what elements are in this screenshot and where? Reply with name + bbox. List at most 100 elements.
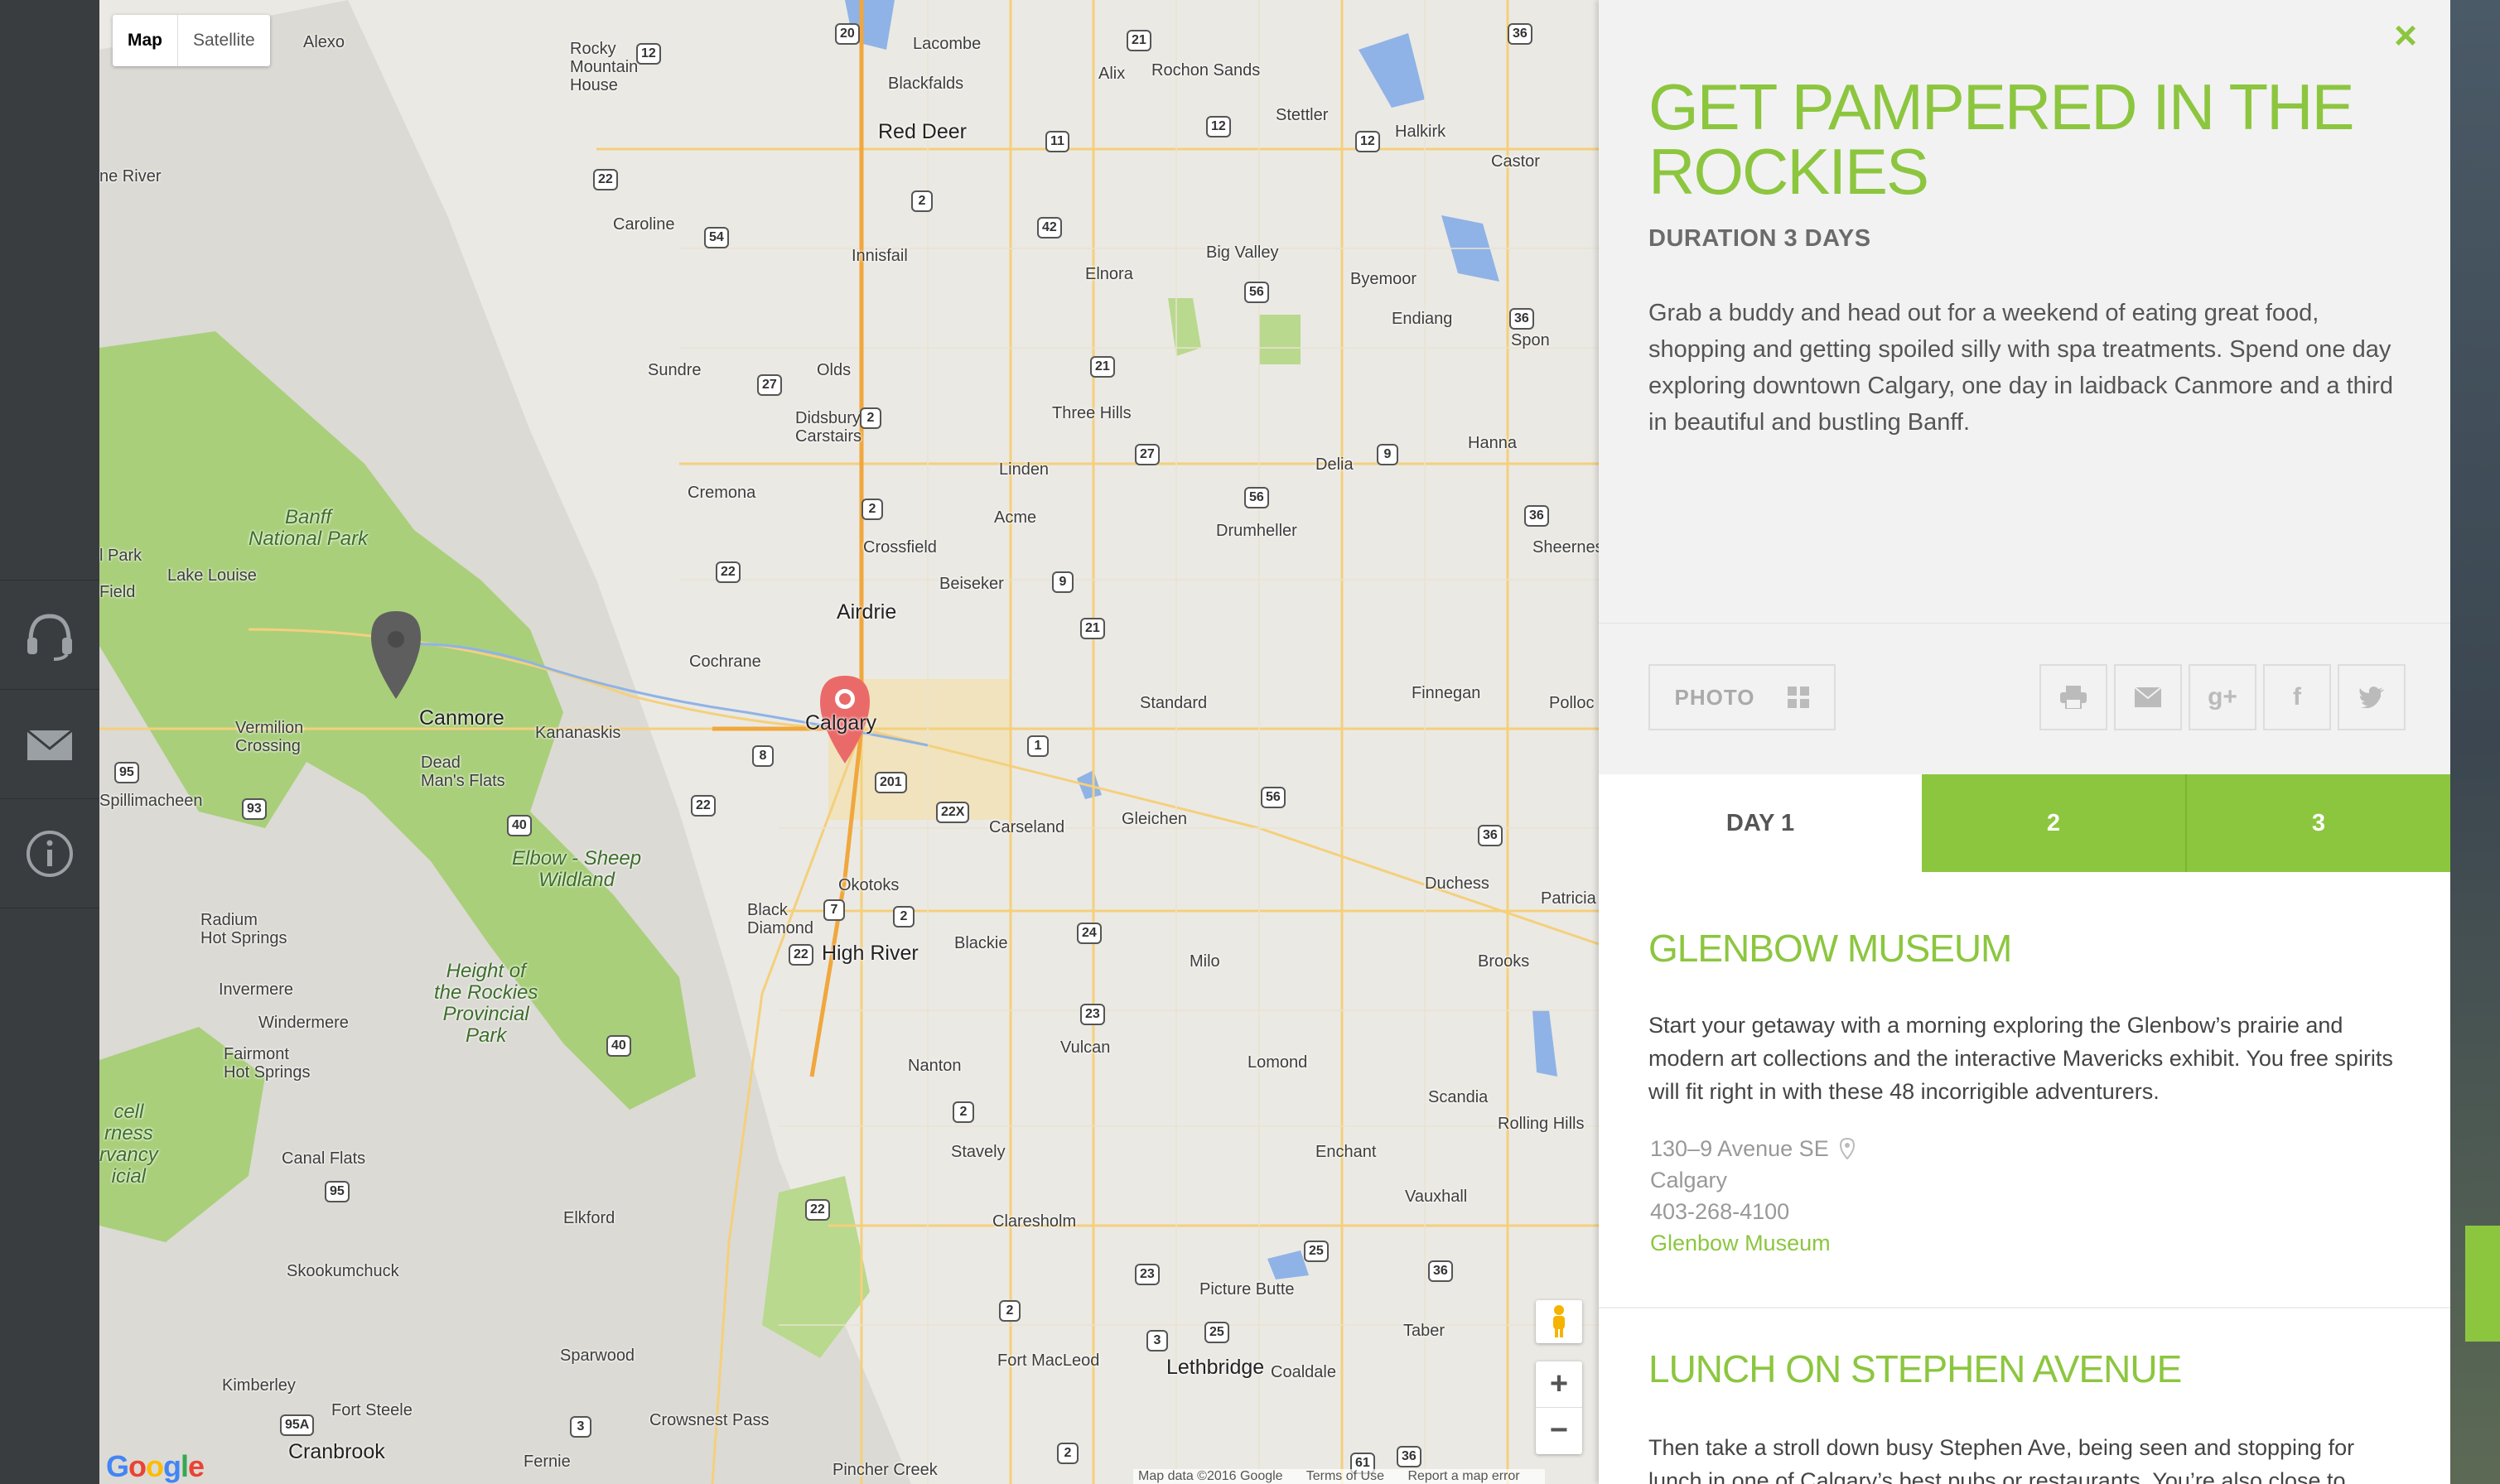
map-place-label: Elnora — [1085, 265, 1133, 283]
edge-accent — [2465, 1226, 2500, 1342]
divider — [1599, 623, 2450, 624]
map-view[interactable]: Alexo Rocky Mountain House Lacombe Blackfalds… — [99, 0, 1599, 1484]
email-icon — [2135, 687, 2161, 707]
map-place-label: Kananaskis — [535, 724, 621, 742]
map-place-label: Rolling Hills — [1498, 1115, 1585, 1133]
map-place-label: Elbow - Sheep Wildland — [512, 847, 642, 891]
highway-shield: 22X — [936, 802, 970, 823]
map-place-label: Standard — [1140, 694, 1208, 712]
map-place-label: Beiseker — [939, 575, 1004, 593]
map-place-label: Olds — [817, 361, 852, 379]
map-place-label: Lomond — [1248, 1053, 1308, 1072]
map-place-label: Cremona — [688, 484, 756, 502]
map-place-label: Caroline — [613, 215, 675, 234]
map-place-label: Lacombe — [913, 35, 982, 53]
map-place-label: Stettler — [1276, 106, 1329, 124]
pegman-button[interactable] — [1536, 1300, 1582, 1343]
map-data-text: Map data ©2016 Google — [1138, 1469, 1283, 1483]
map-place-label: Stavely — [951, 1143, 1006, 1161]
map-place-label: ne River — [99, 167, 162, 186]
map-place-label: Cranbrook — [288, 1440, 385, 1463]
map-place-label: Blackfalds — [888, 75, 964, 93]
tab-day-2[interactable]: 2 — [1922, 774, 2187, 872]
highway-shield: 21 — [1080, 618, 1105, 639]
map-place-label: Endiang — [1392, 310, 1453, 328]
highway-shield: 12 — [1206, 116, 1231, 137]
street-address: 130–9 Avenue SE — [1650, 1136, 1829, 1161]
map-place-label: Skookumchuck — [287, 1262, 399, 1280]
map-place-label: Spon — [1511, 331, 1550, 349]
map-place-label: Sheerness — [1532, 538, 1599, 556]
highway-shield: 36 — [1397, 1446, 1421, 1467]
map-pin-icon[interactable] — [1840, 1137, 1856, 1160]
map-place-label: Carseland — [989, 818, 1065, 836]
map-place-label: Lake Louise — [167, 566, 257, 585]
highway-shield: 54 — [704, 227, 729, 248]
highway-shield: 56 — [1244, 282, 1269, 303]
highway-shield: 2 — [911, 190, 933, 212]
tab-day-3[interactable]: 3 — [2187, 774, 2450, 872]
map-type-satellite-button[interactable]: Satellite — [178, 15, 270, 66]
map-place-label: Didsbury Carstairs — [795, 409, 862, 446]
twitter-button[interactable] — [2338, 664, 2406, 730]
highway-shield: 36 — [1509, 308, 1534, 330]
highway-shield: 11 — [1045, 131, 1069, 152]
map-place-label: Pincher Creek — [833, 1461, 938, 1479]
map-place-label: Blackie — [954, 934, 1008, 952]
highway-shield: 22 — [691, 795, 716, 817]
highway-shield: 2 — [860, 407, 881, 429]
facebook-button[interactable]: f — [2263, 664, 2331, 730]
stop-address: 130–9 Avenue SE Calgary 403-268-4100 Gle… — [1650, 1133, 1856, 1259]
map-place-label: Three Hills — [1052, 404, 1132, 422]
map-place-label: Rochon Sands — [1151, 61, 1261, 80]
photo-button[interactable]: PHOTO — [1648, 664, 1836, 730]
report-error-link[interactable]: Report a map error — [1407, 1469, 1519, 1483]
divider — [1599, 1307, 2450, 1308]
google-logo: Google — [106, 1449, 205, 1483]
map-place-label: Crossfield — [863, 538, 937, 556]
map-place-label: Kimberley — [222, 1376, 296, 1395]
map-place-label: Scandia — [1428, 1088, 1489, 1106]
twitter-icon — [2358, 687, 2384, 708]
map-place-label: Byemoor — [1350, 270, 1417, 288]
map-place-label: Sparwood — [560, 1347, 635, 1365]
highway-shield: 24 — [1077, 923, 1102, 944]
info-button[interactable] — [0, 798, 99, 908]
website-link[interactable]: Glenbow Museum — [1650, 1227, 1855, 1259]
print-button[interactable] — [2039, 664, 2107, 730]
map-type-map-button[interactable]: Map — [113, 15, 178, 66]
map-place-label: Alexo — [303, 33, 345, 51]
map-place-label: Banff National Park — [249, 506, 369, 550]
map-place-label: Spillimacheen — [99, 792, 203, 810]
highway-shield: 95 — [325, 1181, 350, 1202]
highway-shield: 95A — [280, 1414, 315, 1436]
address-city: Calgary — [1650, 1168, 1728, 1192]
contact-button[interactable] — [0, 689, 99, 798]
highway-shield: 3 — [570, 1416, 591, 1438]
highway-shield: 8 — [752, 745, 774, 767]
map-place-label: Milo — [1190, 952, 1220, 971]
zoom-out-button[interactable]: − — [1536, 1408, 1582, 1453]
close-icon[interactable]: × — [2394, 17, 2417, 56]
highway-shield: 3 — [1146, 1330, 1168, 1352]
terms-link[interactable]: Terms of Use — [1306, 1469, 1384, 1483]
email-share-button[interactable] — [2114, 664, 2182, 730]
map-place-label: Fort MacLeod — [997, 1352, 1100, 1370]
zoom-in-button[interactable]: + — [1536, 1361, 1582, 1408]
support-button[interactable] — [0, 580, 99, 689]
map-place-label: Big Valley — [1206, 243, 1279, 262]
info-icon — [27, 830, 73, 877]
trip-description: Grab a buddy and head out for a weekend … — [1648, 300, 2393, 436]
google-plus-button[interactable]: g+ — [2189, 664, 2256, 730]
grid-icon — [1788, 687, 1810, 708]
highway-shield: 7 — [823, 899, 845, 921]
highway-shield: 9 — [1377, 444, 1398, 465]
map-place-label: Radium Hot Springs — [200, 911, 287, 947]
highway-shield: 36 — [1524, 505, 1549, 527]
tab-day-1[interactable]: DAY 1 — [1599, 774, 1922, 872]
facebook-icon: f — [2293, 683, 2301, 711]
map-place-label: Polloc — [1549, 694, 1595, 712]
highway-shield: 36 — [1508, 23, 1532, 45]
highway-shield: 2 — [861, 499, 883, 520]
map-place-label: Taber — [1403, 1322, 1445, 1340]
